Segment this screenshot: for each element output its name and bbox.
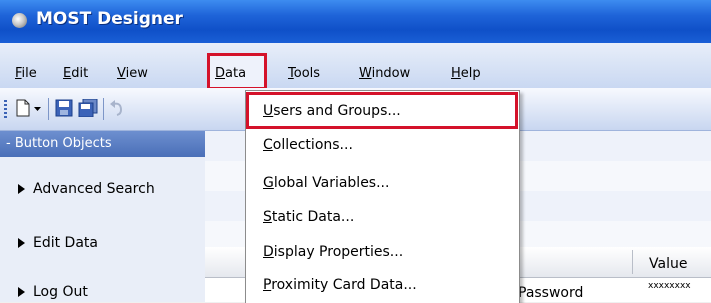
toolbar-separator (48, 98, 49, 120)
grid-row-value[interactable]: xxxxxxxx (648, 281, 691, 291)
left-item-edit-data[interactable]: Edit Data (18, 235, 98, 251)
menu-window-mnemonic: W (359, 66, 372, 81)
window-title: MOST Designer (36, 9, 183, 29)
menu-tools-label: ools (293, 66, 321, 81)
menu-data[interactable]: Data (215, 66, 246, 82)
menu-help-label: elp (460, 66, 481, 81)
column-header-value[interactable]: Value (649, 256, 687, 272)
left-panel: Advanced Search Edit Data Log Out (0, 157, 205, 302)
menu-item-proximity-card-data[interactable]: Proximity Card Data... (263, 277, 417, 293)
column-divider[interactable] (632, 250, 633, 274)
menu-item-mnemonic: C (263, 137, 273, 153)
save-icon[interactable] (55, 99, 73, 117)
menu-window[interactable]: Window (359, 66, 410, 82)
menu-file-label: ile (21, 66, 37, 81)
menu-item-label: isplay Properties... (273, 244, 404, 260)
menu-data-label: ata (225, 66, 247, 81)
menu-item-mnemonic: P (263, 277, 272, 293)
menu-file[interactable]: File (15, 66, 37, 82)
menu-edit-mnemonic: E (63, 66, 72, 81)
left-item-label: Edit Data (33, 235, 98, 251)
menu-tools[interactable]: Tools (288, 66, 320, 82)
menu-item-label: lobal Variables... (273, 175, 390, 191)
menu-item-mnemonic: D (263, 244, 274, 260)
undo-icon[interactable] (109, 99, 123, 117)
menu-window-label: indow (371, 66, 411, 81)
menu-view[interactable]: View (117, 66, 148, 82)
menu-item-label: ollections... (272, 137, 353, 153)
menu-item-collections[interactable]: Collections... (263, 137, 353, 153)
menu-help[interactable]: Help (451, 66, 481, 82)
menu-edit[interactable]: Edit (63, 66, 88, 82)
menu-item-display-properties[interactable]: Display Properties... (263, 244, 403, 260)
title-bar: MOST Designer (0, 0, 711, 43)
menu-view-label: iew (125, 66, 148, 81)
left-item-label: Log Out (33, 284, 88, 300)
left-item-label: Advanced Search (33, 181, 155, 197)
menu-item-static-data[interactable]: Static Data... (263, 209, 354, 225)
left-item-advanced-search[interactable]: Advanced Search (18, 181, 155, 197)
play-arrow-icon (18, 238, 25, 248)
menu-item-label: tatic Data... (271, 209, 355, 225)
menu-item-global-variables[interactable]: Global Variables... (263, 175, 389, 191)
menu-bar: File Edit View Tools Window Help (0, 43, 711, 88)
save-all-icon[interactable] (78, 99, 98, 117)
left-panel-header-label: - Button Objects (6, 136, 112, 151)
users-and-groups-highlight (246, 92, 518, 129)
menu-item-mnemonic: G (263, 175, 274, 191)
menu-item-label: roximity Card Data... (271, 277, 417, 293)
menu-view-mnemonic: V (117, 66, 126, 81)
left-panel-header[interactable]: - Button Objects (0, 131, 205, 157)
menu-edit-label: dit (71, 66, 89, 81)
app-icon[interactable] (12, 13, 27, 28)
menu-data-mnemonic: D (215, 66, 226, 81)
play-arrow-icon (18, 287, 25, 297)
play-arrow-icon (18, 184, 25, 194)
grid-row-label[interactable]: Password (518, 285, 583, 301)
new-document-icon[interactable] (14, 99, 32, 117)
toolbar-grip[interactable] (4, 100, 7, 118)
menu-help-mnemonic: H (451, 66, 461, 81)
menu-item-mnemonic: S (263, 209, 272, 225)
dropdown-arrow-icon[interactable] (33, 99, 42, 117)
left-item-log-out[interactable]: Log Out (18, 284, 88, 300)
toolbar-separator (103, 98, 104, 120)
